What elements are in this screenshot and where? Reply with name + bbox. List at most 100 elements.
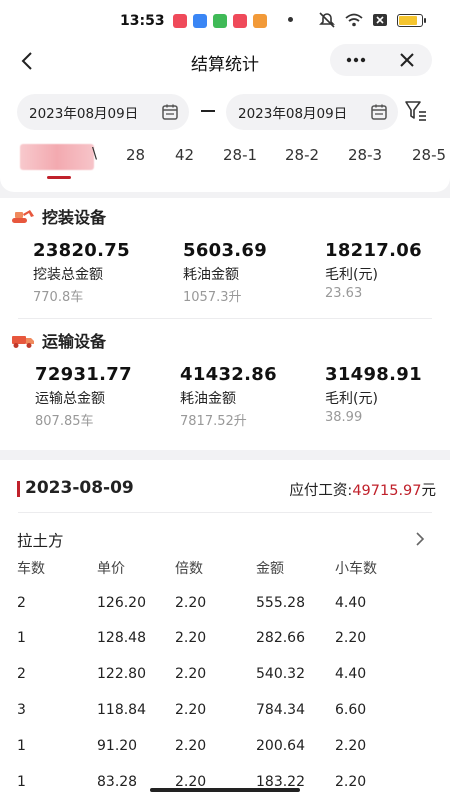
start-date-picker[interactable]: 2023年08月09日 <box>17 94 189 130</box>
stat-label: 毛利(元) <box>325 267 378 283</box>
detail-divider <box>18 512 432 513</box>
cell-small-trips: 2.20 <box>335 774 367 790</box>
end-date-picker[interactable]: 2023年08月09日 <box>226 94 398 130</box>
cell-amount: 784.34 <box>256 702 305 718</box>
tab-28-1[interactable]: 28-1 <box>223 146 257 164</box>
more-button[interactable] <box>330 44 381 76</box>
cell-unit-price: 126.20 <box>97 595 146 611</box>
stat-label: 运输总金额 <box>35 391 105 407</box>
excavator-icon <box>12 210 34 223</box>
stat-value: 23820.75 <box>33 240 130 261</box>
stat-value: 5603.69 <box>183 240 268 261</box>
cell-unit-price: 128.48 <box>97 630 146 646</box>
close-icon <box>399 53 414 67</box>
excavation-section-title: 挖装设备 <box>42 208 107 227</box>
excavation-total-stat: 23820.75 挖装总金额 770.8车 <box>33 240 130 305</box>
stat-value: 41432.86 <box>180 364 277 385</box>
notification-icons <box>173 14 267 28</box>
col-header: 倍数 <box>175 561 203 577</box>
nav-header: 结算统计 <box>0 40 450 80</box>
date-accent-bar <box>17 481 20 497</box>
payable-wages-unit: 元 <box>421 483 437 499</box>
cell-amount: 540.32 <box>256 666 305 682</box>
tab-28[interactable]: 28 <box>126 146 145 164</box>
tab-slash: \ <box>92 144 98 162</box>
payable-wages-label: 应付工资: <box>289 483 353 499</box>
cell-unit-price: 118.84 <box>97 702 146 718</box>
cell-multiplier: 2.20 <box>175 630 207 646</box>
filter-card: 2023年08月09日 2023年08月09日 \ 28 42 28-1 28-… <box>0 80 450 192</box>
more-dots-icon <box>346 57 365 63</box>
truck-icon <box>12 336 34 348</box>
system-status-icons <box>318 12 426 28</box>
transport-total-stat: 72931.77 运输总金额 807.85车 <box>35 364 132 429</box>
cell-trips: 2 <box>17 666 26 682</box>
calendar-icon <box>162 104 178 120</box>
section-divider <box>18 318 432 319</box>
tab-28-3[interactable]: 28-3 <box>348 146 382 164</box>
app-notification-icon <box>193 14 207 28</box>
table-row: 1 91.20 2.20 200.64 2.20 <box>17 738 437 758</box>
cell-multiplier: 2.20 <box>175 738 207 754</box>
cell-small-trips: 4.40 <box>335 666 367 682</box>
transport-fuel-stat: 41432.86 耗油金额 7817.52升 <box>180 364 277 429</box>
table-row: 3 118.84 2.20 784.34 6.60 <box>17 702 437 722</box>
stat-sub: 770.8车 <box>33 290 84 305</box>
cell-trips: 3 <box>17 702 26 718</box>
app-notification-icon <box>233 14 247 28</box>
app-notification-icon <box>253 14 267 28</box>
transport-section-header: 运输设备 <box>10 328 106 352</box>
col-header: 车数 <box>17 561 45 577</box>
app-notification-icon <box>173 14 187 28</box>
tab-28-5[interactable]: 28-5 <box>412 146 446 164</box>
stat-sub: 7817.52升 <box>180 414 247 429</box>
col-header: 单价 <box>97 561 125 577</box>
cell-trips: 1 <box>17 630 26 646</box>
transport-profit-stat: 31498.91 毛利(元) 38.99 <box>325 364 422 425</box>
cell-trips: 1 <box>17 738 26 754</box>
stat-label: 耗油金额 <box>180 391 236 407</box>
stat-sub: 38.99 <box>325 410 363 425</box>
app-notification-icon <box>213 14 227 28</box>
start-date-value: 2023年08月09日 <box>29 106 139 122</box>
cell-unit-price: 122.80 <box>97 666 146 682</box>
detail-date: 2023-08-09 <box>25 478 134 498</box>
mute-icon <box>319 12 335 28</box>
status-time: 13:53 <box>120 13 165 29</box>
stat-label: 耗油金额 <box>183 267 239 283</box>
cell-amount: 555.28 <box>256 595 305 611</box>
col-header: 小车数 <box>335 561 377 577</box>
stat-label: 毛利(元) <box>325 391 378 407</box>
excavation-fuel-stat: 5603.69 耗油金额 1057.3升 <box>183 240 267 305</box>
battery-icon <box>397 13 426 27</box>
tab-selected-redacted[interactable] <box>20 144 94 170</box>
transport-section-title: 运输设备 <box>42 332 107 351</box>
tab-28-2[interactable]: 28-2 <box>285 146 319 164</box>
stat-sub: 23.63 <box>325 286 363 301</box>
device-tabs: \ 28 42 28-1 28-2 28-3 28-5 <box>0 144 450 184</box>
cell-trips: 2 <box>17 595 26 611</box>
stat-sub: 807.85车 <box>35 414 94 429</box>
cell-trips: 1 <box>17 774 26 790</box>
more-notifications-icon <box>288 17 293 22</box>
cell-small-trips: 2.20 <box>335 630 367 646</box>
cell-amount: 200.64 <box>256 738 305 754</box>
status-bar: 13:53 <box>0 0 450 40</box>
group-title[interactable]: 拉土方 <box>17 529 64 551</box>
date-range-separator <box>201 110 215 112</box>
excavation-section-header: 挖装设备 <box>10 204 106 228</box>
chevron-right-icon[interactable] <box>414 530 426 548</box>
wifi-icon <box>345 13 363 27</box>
close-button[interactable] <box>381 44 432 76</box>
tab-42[interactable]: 42 <box>175 146 194 164</box>
table-header: 车数 单价 倍数 金额 小车数 <box>17 558 437 578</box>
cell-unit-price: 91.20 <box>97 738 138 754</box>
sim-disabled-icon <box>373 14 387 26</box>
cell-multiplier: 2.20 <box>175 702 207 718</box>
home-indicator[interactable] <box>150 788 300 792</box>
cell-multiplier: 2.20 <box>175 595 207 611</box>
col-header: 金额 <box>256 561 284 577</box>
cell-small-trips: 2.20 <box>335 738 367 754</box>
filter-icon[interactable] <box>404 100 428 122</box>
cell-multiplier: 2.20 <box>175 666 207 682</box>
